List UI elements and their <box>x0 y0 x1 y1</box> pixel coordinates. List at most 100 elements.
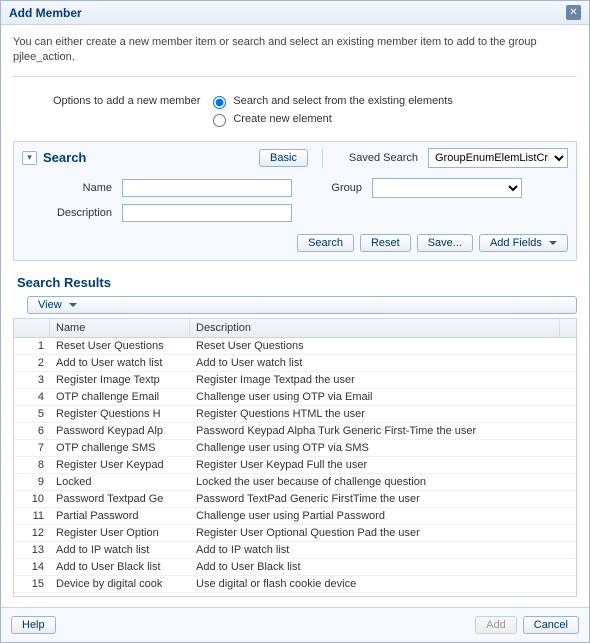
name-label: Name <box>32 182 112 194</box>
saved-search-select[interactable]: GroupEnumElemListCriteria <box>428 148 568 168</box>
group-select[interactable] <box>372 178 522 198</box>
dialog-header: Add Member ✕ <box>1 1 589 25</box>
separator <box>322 149 323 167</box>
save-button[interactable]: Save... <box>417 234 473 252</box>
results-title: Search Results <box>17 275 577 290</box>
cell-name: Add to User watch list <box>50 355 190 371</box>
table-row[interactable]: 6Password Keypad AlpPassword Keypad Alph… <box>14 423 576 440</box>
description-label: Description <box>32 207 112 219</box>
table-row[interactable]: 11Partial PasswordChallenge user using P… <box>14 508 576 525</box>
cell-name: Register User Option <box>50 525 190 541</box>
cell-description: Challenge user using OTP via Email <box>190 389 576 405</box>
name-input[interactable] <box>122 179 292 197</box>
table-row[interactable]: 8Register User KeypadRegister User Keypa… <box>14 457 576 474</box>
cell-name: OTP challenge Email <box>50 389 190 405</box>
cell-index: 14 <box>14 559 50 575</box>
col-scroll-spacer <box>560 319 576 337</box>
cell-name: Reset User Questions <box>50 338 190 354</box>
cell-name: Add to IP watch list <box>50 542 190 558</box>
table-row[interactable]: 10Password Textpad GePassword TextPad Ge… <box>14 491 576 508</box>
cell-name: Partial Password <box>50 508 190 524</box>
cell-index: 7 <box>14 440 50 456</box>
options-label: Options to add a new member <box>53 93 200 107</box>
dialog-footer: Help Add Cancel <box>1 607 589 642</box>
basic-button[interactable]: Basic <box>259 149 308 167</box>
cell-name: OTP challenge SMS <box>50 440 190 456</box>
col-description[interactable]: Description <box>190 319 560 337</box>
table-header: Name Description <box>14 319 576 338</box>
search-button-bar: Search Reset Save... Add Fields <box>22 234 568 252</box>
cell-index: 12 <box>14 525 50 541</box>
cell-index: 2 <box>14 355 50 371</box>
table-body[interactable]: 1Reset User QuestionsReset User Question… <box>14 338 576 596</box>
chevron-down-icon <box>549 241 557 245</box>
cell-description: Add to User Black list <box>190 559 576 575</box>
cell-index: 11 <box>14 508 50 524</box>
radio-search-select[interactable] <box>213 96 226 109</box>
table-row[interactable]: 14Add to User Black listAdd to User Blac… <box>14 559 576 576</box>
cell-index: 1 <box>14 338 50 354</box>
help-button[interactable]: Help <box>11 616 56 634</box>
cell-index: 13 <box>14 542 50 558</box>
view-label: View <box>38 299 62 311</box>
option-create-new[interactable]: Create new element <box>208 111 453 127</box>
cell-index: 6 <box>14 423 50 439</box>
description-input[interactable] <box>122 204 292 222</box>
table-row[interactable]: 3Register Image TextpRegister Image Text… <box>14 372 576 389</box>
search-form: Name Group Description <box>32 178 564 222</box>
close-icon[interactable]: ✕ <box>566 5 581 20</box>
cell-name: Register User Keypad <box>50 457 190 473</box>
cell-description: Challenge user using Partial Password <box>190 508 576 524</box>
cell-name: Device by digital cook <box>50 576 190 592</box>
table-row[interactable]: 4OTP challenge EmailChallenge user using… <box>14 389 576 406</box>
disclose-icon[interactable]: ▾ <box>22 151 37 165</box>
cell-index: 9 <box>14 474 50 490</box>
table-row[interactable]: 7OTP challenge SMSChallenge user using O… <box>14 440 576 457</box>
cell-index: 5 <box>14 406 50 422</box>
divider <box>13 76 577 77</box>
cell-description: Add to User watch list <box>190 355 576 371</box>
cell-name: Locked <box>50 474 190 490</box>
option-search-select[interactable]: Search and select from the existing elem… <box>208 93 453 109</box>
cell-description: Register User Optional Question Pad the … <box>190 525 576 541</box>
results-table: Name Description 1Reset User QuestionsRe… <box>13 318 577 597</box>
table-row[interactable]: 2Add to User watch listAdd to User watch… <box>14 355 576 372</box>
view-button[interactable]: View <box>27 296 577 314</box>
radio-search-select-label: Search and select from the existing elem… <box>233 95 453 107</box>
radio-create-new[interactable] <box>213 114 226 127</box>
add-button[interactable]: Add <box>475 616 517 634</box>
cell-name: Register Questions H <box>50 406 190 422</box>
cell-index: 4 <box>14 389 50 405</box>
search-button[interactable]: Search <box>297 234 354 252</box>
dialog-title: Add Member <box>9 6 82 20</box>
table-row[interactable]: 9LockedLocked the user because of challe… <box>14 474 576 491</box>
cell-description: Challenge user using OTP via SMS <box>190 440 576 456</box>
cell-index: 3 <box>14 372 50 388</box>
search-header: ▾ Search Basic Saved Search GroupEnumEle… <box>22 148 568 168</box>
cell-description: Use digital or flash cookie device <box>190 576 576 592</box>
cancel-button[interactable]: Cancel <box>523 616 579 634</box>
table-row[interactable]: 15Device by digital cookUse digital or f… <box>14 576 576 593</box>
add-member-dialog: Add Member ✕ You can either create a new… <box>0 0 590 643</box>
table-row[interactable]: 12Register User OptionRegister User Opti… <box>14 525 576 542</box>
cell-index: 15 <box>14 576 50 592</box>
cell-index: 8 <box>14 457 50 473</box>
table-row[interactable]: 1Reset User QuestionsReset User Question… <box>14 338 576 355</box>
search-title: Search <box>43 150 86 165</box>
options-row: Options to add a new member Search and s… <box>53 93 577 127</box>
cell-description: Add to IP watch list <box>190 542 576 558</box>
reset-button[interactable]: Reset <box>360 234 411 252</box>
col-name[interactable]: Name <box>50 319 190 337</box>
cell-name: Register Image Textp <box>50 372 190 388</box>
saved-search-label: Saved Search <box>349 152 418 164</box>
cell-index: 10 <box>14 491 50 507</box>
intro-text: You can either create a new member item … <box>13 35 577 66</box>
table-row[interactable]: 13Add to IP watch listAdd to IP watch li… <box>14 542 576 559</box>
options-radio-group: Search and select from the existing elem… <box>208 93 453 127</box>
cell-description: Reset User Questions <box>190 338 576 354</box>
add-fields-button[interactable]: Add Fields <box>479 234 568 252</box>
col-index[interactable] <box>14 319 50 337</box>
table-row[interactable]: 5Register Questions HRegister Questions … <box>14 406 576 423</box>
cell-description: Password TextPad Generic FirstTime the u… <box>190 491 576 507</box>
chevron-down-icon <box>69 303 77 307</box>
